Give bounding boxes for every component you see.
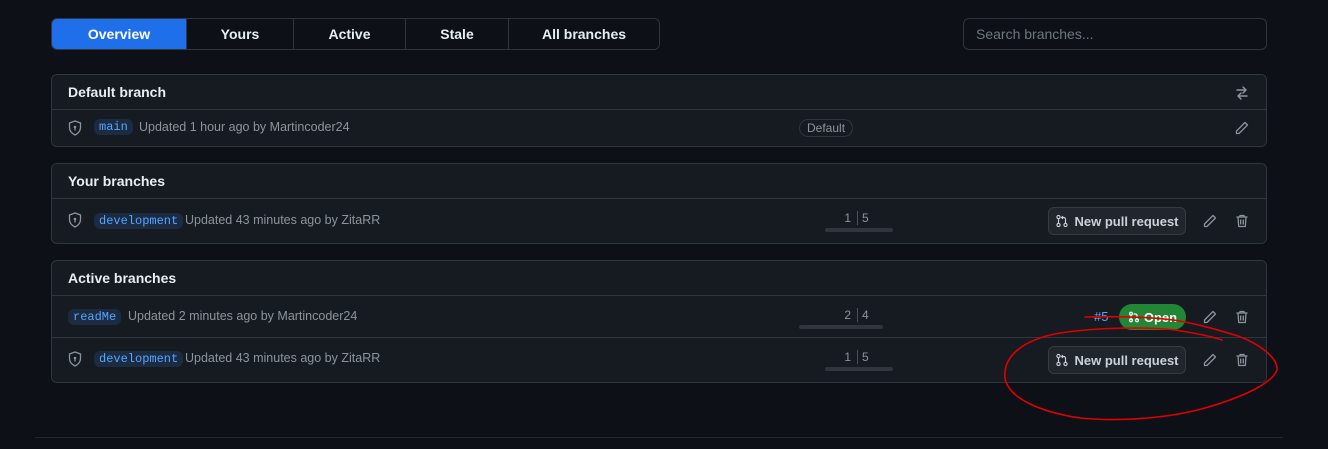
tab-stale[interactable]: Stale [405, 19, 508, 49]
pull-request-number-link[interactable]: #5 [1094, 309, 1108, 324]
ahead-count: 4 [862, 308, 869, 322]
pencil-icon [1203, 310, 1217, 324]
behind-count: 1 [844, 350, 851, 364]
tab-yours[interactable]: Yours [186, 19, 293, 49]
tab-active[interactable]: Active [293, 19, 405, 49]
ahead-behind-indicator: 2 4 [799, 308, 897, 330]
pull-request-icon [1056, 214, 1069, 228]
pull-request-icon [1056, 353, 1069, 367]
ahead-count: 5 [862, 350, 869, 364]
branch-name[interactable]: readMe [68, 309, 122, 325]
section-title: Default branch [68, 84, 167, 100]
pr-state-label: Open [1143, 309, 1178, 325]
shield-icon [68, 120, 82, 136]
branch-row: development Updated 43 minutes ago by Zi… [52, 199, 1266, 243]
branch-name[interactable]: development [94, 351, 184, 367]
active-branches-box: Active branches readMe Updated 2 minutes… [51, 260, 1267, 383]
ahead-count: 5 [862, 211, 869, 225]
branch-filter-tabs: Overview Yours Active Stale All branches [51, 18, 660, 50]
trash-icon [1236, 214, 1248, 228]
your-branches-box: Your branches development Updated 43 min… [51, 163, 1267, 244]
updated-text: Updated 43 minutes ago by ZitaRR [185, 351, 381, 365]
new-pull-request-label: New pull request [1074, 213, 1179, 229]
trash-icon [1236, 353, 1248, 367]
rename-branch-button[interactable] [1200, 350, 1220, 370]
updated-text: Updated 2 minutes ago by Martincoder24 [128, 309, 358, 323]
delete-branch-button[interactable] [1232, 307, 1252, 327]
ahead-behind-divider [857, 211, 858, 225]
section-title: Your branches [68, 173, 165, 189]
new-pull-request-button[interactable]: New pull request [1048, 207, 1186, 235]
active-branches-header: Active branches [52, 261, 1266, 296]
new-pull-request-label: New pull request [1074, 352, 1179, 368]
search-branches-input[interactable] [963, 18, 1267, 50]
pencil-icon [1203, 353, 1217, 367]
branch-name[interactable]: development [94, 213, 184, 229]
shield-icon [68, 351, 82, 367]
behind-count: 1 [844, 211, 851, 225]
trash-icon [1236, 310, 1248, 324]
ahead-behind-bar [825, 367, 893, 371]
updated-text: Updated 1 hour ago by Martincoder24 [139, 120, 350, 134]
your-branches-header: Your branches [52, 164, 1266, 199]
shield-icon [68, 212, 82, 228]
ahead-behind-bar [825, 228, 893, 232]
tab-all-branches[interactable]: All branches [508, 19, 659, 49]
footer-divider [35, 437, 1283, 438]
ahead-behind-bar [799, 325, 883, 329]
ahead-behind-divider [857, 350, 858, 364]
delete-branch-button[interactable] [1232, 211, 1252, 231]
rename-branch-button[interactable] [1200, 307, 1220, 327]
new-pull-request-button[interactable]: New pull request [1048, 346, 1186, 374]
default-branch-box: Default branch main Updated 1 hour ago b… [51, 74, 1267, 147]
updated-text: Updated 43 minutes ago by ZitaRR [185, 213, 381, 227]
branch-row: readMe Updated 2 minutes ago by Martinco… [52, 296, 1266, 338]
ahead-behind-indicator: 1 5 [817, 350, 897, 372]
branch-row: main Updated 1 hour ago by Martincoder24… [52, 110, 1266, 146]
pencil-icon [1235, 121, 1249, 135]
default-branch-header: Default branch [52, 75, 1266, 110]
section-title: Active branches [68, 270, 177, 286]
pencil-icon [1203, 214, 1217, 228]
ahead-behind-indicator: 1 5 [817, 211, 897, 233]
pull-request-icon [1128, 311, 1139, 323]
behind-count: 2 [844, 308, 851, 322]
rename-branch-button[interactable] [1200, 211, 1220, 231]
pr-open-status-badge[interactable]: Open [1119, 304, 1186, 330]
rename-branch-button[interactable] [1232, 118, 1252, 138]
delete-branch-button[interactable] [1232, 350, 1252, 370]
tab-overview[interactable]: Overview [52, 19, 186, 49]
branch-name[interactable]: main [94, 119, 133, 135]
default-badge: Default [799, 119, 854, 137]
switch-default-branch-icon[interactable] [1232, 83, 1252, 103]
branch-row: development Updated 43 minutes ago by Zi… [52, 338, 1266, 382]
ahead-behind-divider [857, 308, 858, 322]
